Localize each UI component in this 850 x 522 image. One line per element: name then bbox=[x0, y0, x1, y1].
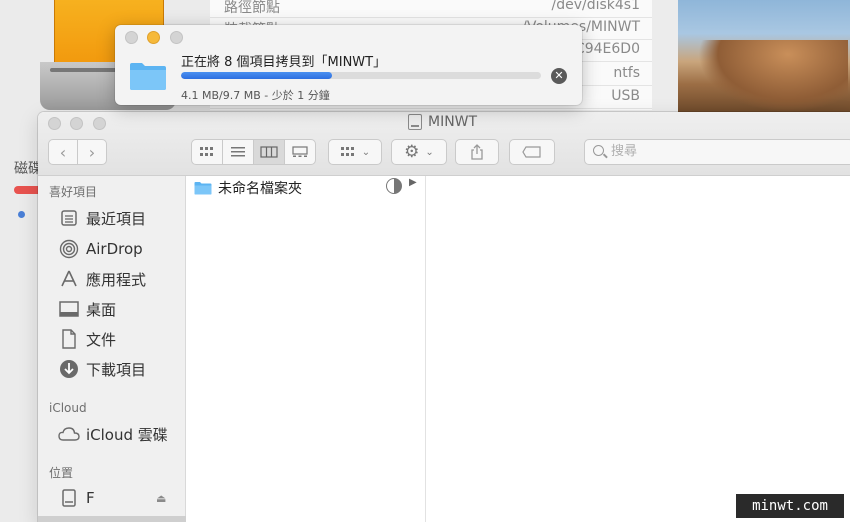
sidebar-item-selected[interactable] bbox=[38, 516, 186, 522]
item-name: 未命名檔案夾 bbox=[218, 181, 302, 197]
drive-icon bbox=[58, 487, 80, 509]
locations-header: 位置 bbox=[49, 466, 74, 480]
cloud-icon bbox=[58, 423, 80, 445]
window-title-text: MINWT bbox=[428, 114, 478, 130]
recents-icon bbox=[58, 207, 80, 229]
copy-progress-dialog: 正在將 8 個項目拷貝到「MINWT」 ✕ 4.1 MB/9.7 MB - 少於… bbox=[115, 25, 582, 105]
action-menu-button[interactable]: ⚙ ⌄ bbox=[391, 139, 447, 165]
sidebar-item-label: 桌面 bbox=[86, 300, 117, 319]
info-value: ntfs bbox=[613, 65, 640, 81]
favorites-header: 喜好項目 bbox=[49, 185, 98, 199]
group-by-button[interactable]: ⌄ bbox=[328, 139, 382, 165]
icloud-header: iCloud bbox=[49, 401, 87, 415]
search-input[interactable]: 搜尋 bbox=[584, 139, 850, 165]
sidebar-item-airdrop[interactable]: AirDrop bbox=[58, 235, 143, 263]
copy-progress-pie-icon bbox=[386, 178, 402, 194]
info-value: /dev/disk4s1 bbox=[551, 0, 640, 13]
sidebar-item-downloads[interactable]: 下載項目 bbox=[58, 355, 146, 383]
info-value: C94E6D0 bbox=[574, 41, 640, 57]
watermark: minwt.com bbox=[736, 494, 844, 518]
desktop-wallpaper bbox=[678, 0, 850, 112]
tags-button[interactable] bbox=[509, 139, 555, 165]
applications-icon bbox=[58, 268, 80, 290]
copy-progress-bar bbox=[181, 72, 541, 79]
minimize-window-button[interactable] bbox=[70, 117, 83, 130]
column-pane: 未命名檔案夾 ▶ bbox=[186, 176, 426, 522]
cancel-copy-button[interactable]: ✕ bbox=[551, 68, 567, 84]
sidebar-item-label: 最近項目 bbox=[86, 209, 147, 228]
grid-icon bbox=[200, 147, 213, 156]
copy-title: 正在將 8 個項目拷貝到「MINWT」 bbox=[181, 55, 387, 70]
zoom-window-button[interactable] bbox=[170, 31, 183, 44]
view-mode-control bbox=[191, 139, 316, 165]
chevron-left-icon: ‹ bbox=[59, 142, 67, 162]
disclosure-arrow-icon: ▶ bbox=[409, 177, 417, 188]
copy-status: 4.1 MB/9.7 MB - 少於 1 分鐘 bbox=[181, 89, 330, 102]
folder-icon bbox=[130, 63, 166, 90]
forward-button[interactable]: › bbox=[77, 139, 107, 165]
gallery-view-button[interactable] bbox=[284, 139, 316, 165]
sidebar-item-icloud-drive[interactable]: iCloud 雲碟 bbox=[58, 420, 168, 448]
gear-icon: ⚙ bbox=[404, 142, 420, 162]
chevron-down-icon: ⌄ bbox=[425, 146, 434, 158]
sidebar-item-applications[interactable]: 應用程式 bbox=[58, 265, 146, 293]
finder-window: MINWT ‹ › ⌄ ⚙ ⌄ 搜尋 喜好項目 最近項目 AirDrop 應用程… bbox=[38, 112, 850, 522]
close-window-button[interactable] bbox=[48, 117, 61, 130]
airdrop-icon bbox=[58, 238, 80, 260]
finder-sidebar: 喜好項目 最近項目 AirDrop 應用程式 桌面 文件 下載項目 iCloud… bbox=[38, 176, 186, 522]
list-view-button[interactable] bbox=[222, 139, 254, 165]
column-view-button[interactable] bbox=[253, 139, 285, 165]
list-icon bbox=[231, 147, 245, 157]
window-title: MINWT bbox=[408, 114, 477, 130]
folder-icon bbox=[194, 182, 212, 195]
sidebar-item-drive-f[interactable]: F bbox=[58, 484, 95, 512]
sidebar-item-label: iCloud 雲碟 bbox=[86, 425, 168, 444]
drive-icon bbox=[408, 114, 422, 130]
share-icon bbox=[471, 144, 483, 160]
sidebar-item-desktop[interactable]: 桌面 bbox=[58, 295, 116, 323]
tag-icon bbox=[522, 146, 541, 158]
search-placeholder: 搜尋 bbox=[611, 144, 638, 159]
icon-view-button[interactable] bbox=[191, 139, 223, 165]
back-forward-control: ‹ › bbox=[48, 139, 107, 165]
grid-icon bbox=[340, 147, 354, 156]
desktop-icon bbox=[58, 298, 80, 320]
eject-icon[interactable]: ⏏ bbox=[156, 492, 166, 505]
chevron-right-icon: › bbox=[88, 142, 96, 162]
chevron-down-icon: ⌄ bbox=[361, 146, 371, 158]
documents-icon bbox=[58, 328, 80, 350]
legend-dot bbox=[18, 211, 25, 218]
downloads-icon bbox=[58, 358, 80, 380]
share-button[interactable] bbox=[455, 139, 499, 165]
finder-titlebar: MINWT ‹ › ⌄ ⚙ ⌄ 搜尋 bbox=[38, 112, 850, 176]
sidebar-item-documents[interactable]: 文件 bbox=[58, 325, 116, 353]
info-value: USB bbox=[611, 88, 640, 104]
sidebar-item-label: 文件 bbox=[86, 330, 117, 349]
back-button[interactable]: ‹ bbox=[48, 139, 78, 165]
close-window-button[interactable] bbox=[125, 31, 138, 44]
sidebar-item-label: 下載項目 bbox=[86, 360, 147, 379]
search-icon bbox=[593, 145, 604, 156]
info-key: 路徑節點 bbox=[224, 0, 280, 16]
sidebar-item-recents[interactable]: 最近項目 bbox=[58, 204, 146, 232]
sidebar-item-label: AirDrop bbox=[86, 240, 143, 258]
progress-fill bbox=[181, 72, 333, 79]
zoom-window-button[interactable] bbox=[93, 117, 106, 130]
sidebar-item-label: F bbox=[86, 489, 95, 507]
minimize-window-button[interactable] bbox=[147, 31, 160, 44]
gallery-icon bbox=[292, 146, 308, 157]
columns-icon bbox=[260, 146, 278, 158]
sidebar-item-label: 應用程式 bbox=[86, 270, 147, 289]
